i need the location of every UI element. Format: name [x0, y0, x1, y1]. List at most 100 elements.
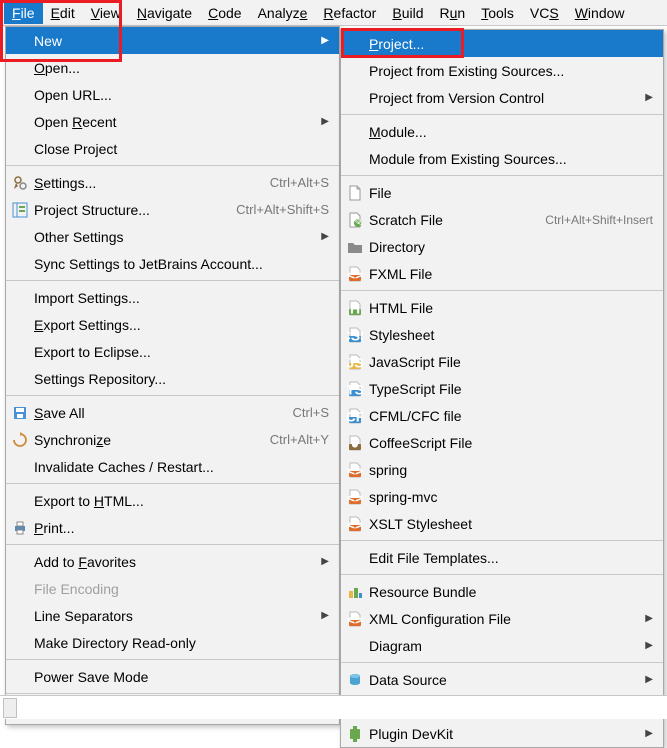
- new-menu-item-label: spring-mvc: [365, 489, 653, 505]
- new-menu-item-label: Plugin DevKit: [365, 726, 645, 742]
- new-menu-item-xml-configuration-file[interactable]: <>XML Configuration File▶: [341, 605, 663, 632]
- file-menu-item-new[interactable]: New▶: [6, 27, 339, 54]
- new-menu-item-directory[interactable]: Directory: [341, 233, 663, 260]
- new-menu-item-fxml-file[interactable]: <>FXML File: [341, 260, 663, 287]
- directory-icon: [345, 239, 365, 255]
- spring-icon: <>: [345, 489, 365, 505]
- menu-refactor[interactable]: Refactor: [315, 2, 384, 24]
- menu-file[interactable]: File: [4, 2, 43, 24]
- submenu-arrow-icon: ▶: [321, 556, 329, 567]
- plugin-icon: [345, 726, 365, 742]
- fxml-icon: <>: [345, 266, 365, 282]
- svg-text:H: H: [350, 300, 360, 316]
- new-menu-item-module-from-existing-sources[interactable]: Module from Existing Sources...: [341, 145, 663, 172]
- new-menu-item-label: Diagram: [365, 638, 645, 654]
- file-menu-item-invalidate-caches-restart[interactable]: Invalidate Caches / Restart...: [6, 453, 339, 480]
- menu-code[interactable]: Code: [200, 2, 249, 24]
- new-menu-item-coffeescript-file[interactable]: ●CoffeeScript File: [341, 429, 663, 456]
- new-menu-item-file[interactable]: File: [341, 179, 663, 206]
- file-menu-item-import-settings[interactable]: Import Settings...: [6, 284, 339, 311]
- file-menu-item-separator: [6, 483, 339, 484]
- new-menu-item-plugin-devkit[interactable]: Plugin DevKit▶: [341, 720, 663, 747]
- file-menu-item-separator: [6, 280, 339, 281]
- new-menu-item-spring[interactable]: <>spring: [341, 456, 663, 483]
- new-menu-item-label: Scratch File: [365, 212, 545, 228]
- menu-vcs[interactable]: VCS: [522, 2, 567, 24]
- new-menu-item-typescript-file[interactable]: TSTypeScript File: [341, 375, 663, 402]
- file-menu-item-settings[interactable]: Settings...Ctrl+Alt+S: [6, 169, 339, 196]
- file-icon: [345, 185, 365, 201]
- file-menu-item-label: Import Settings...: [30, 290, 329, 306]
- new-menu-item-label: CoffeeScript File: [365, 435, 653, 451]
- menu-run[interactable]: Run: [432, 2, 474, 24]
- svg-text:<>: <>: [347, 462, 363, 478]
- file-menu-item-open-url[interactable]: Open URL...: [6, 81, 339, 108]
- file-menu-item-close-project[interactable]: Close Project: [6, 135, 339, 162]
- print-icon: [10, 520, 30, 536]
- menu-analyze[interactable]: Analyze: [250, 2, 316, 24]
- file-menu-item-label: Open URL...: [30, 87, 329, 103]
- new-menu-item-diagram[interactable]: Diagram▶: [341, 632, 663, 659]
- new-menu-item-project-from-existing-sources[interactable]: Project from Existing Sources...: [341, 57, 663, 84]
- bottom-strip: [0, 695, 667, 719]
- html-icon: H: [345, 300, 365, 316]
- file-menu-item-open[interactable]: Open...: [6, 54, 339, 81]
- file-menu-item-project-structure[interactable]: Project Structure...Ctrl+Alt+Shift+S: [6, 196, 339, 223]
- new-menu-item-label: Data Source: [365, 672, 645, 688]
- file-menu-item-export-settings[interactable]: Export Settings...: [6, 311, 339, 338]
- file-menu-item-open-recent[interactable]: Open Recent▶: [6, 108, 339, 135]
- new-menu-item-project-from-version-control[interactable]: Project from Version Control▶: [341, 84, 663, 111]
- file-menu-item-synchronize[interactable]: SynchronizeCtrl+Alt+Y: [6, 426, 339, 453]
- submenu-arrow-icon: ▶: [645, 92, 653, 103]
- file-menu-item-export-to-eclipse[interactable]: Export to Eclipse...: [6, 338, 339, 365]
- file-menu-item-print[interactable]: Print...: [6, 514, 339, 541]
- new-menu-item-spring-mvc[interactable]: <>spring-mvc: [341, 483, 663, 510]
- file-menu-item-label: Print...: [30, 520, 329, 536]
- project-structure-icon: [10, 202, 30, 218]
- new-menu-item-label: spring: [365, 462, 653, 478]
- new-menu-item-stylesheet[interactable]: CSSStylesheet: [341, 321, 663, 348]
- menu-tools[interactable]: Tools: [473, 2, 522, 24]
- file-menu-item-label: Invalidate Caches / Restart...: [30, 459, 329, 475]
- new-menu-item-module[interactable]: Module...: [341, 118, 663, 145]
- file-menu-item-label: Sync Settings to JetBrains Account...: [30, 256, 329, 272]
- new-menu-item-separator: [341, 662, 663, 663]
- file-menu-item-export-to-html[interactable]: Export to HTML...: [6, 487, 339, 514]
- file-menu-item-label: Export Settings...: [30, 317, 329, 333]
- submenu-arrow-icon: ▶: [321, 610, 329, 621]
- file-menu-item-label: Power Save Mode: [30, 669, 329, 685]
- new-menu-item-javascript-file[interactable]: JSJavaScript File: [341, 348, 663, 375]
- menu-window[interactable]: Window: [567, 2, 633, 24]
- new-menu-item-cfml-cfc-file[interactable]: CFCFML/CFC file: [341, 402, 663, 429]
- file-menu-item-settings-repository[interactable]: Settings Repository...: [6, 365, 339, 392]
- submenu-arrow-icon: ▶: [321, 35, 329, 46]
- new-menu-item-scratch-file[interactable]: ✎Scratch FileCtrl+Alt+Shift+Insert: [341, 206, 663, 233]
- file-menu-item-label: Export to HTML...: [30, 493, 329, 509]
- new-menu-item-project[interactable]: Project...: [341, 30, 663, 57]
- file-menu-item-add-to-favorites[interactable]: Add to Favorites▶: [6, 548, 339, 575]
- file-menu-item-make-directory-read-only[interactable]: Make Directory Read-only: [6, 629, 339, 656]
- new-menu-item-xslt-stylesheet[interactable]: <>XSLT Stylesheet: [341, 510, 663, 537]
- file-menu-item-other-settings[interactable]: Other Settings▶: [6, 223, 339, 250]
- file-menu-item-label: Save All: [30, 405, 293, 421]
- menu-edit[interactable]: Edit: [43, 2, 83, 24]
- new-menu-item-edit-file-templates[interactable]: Edit File Templates...: [341, 544, 663, 571]
- menu-view[interactable]: View: [83, 2, 129, 24]
- scratch-icon: ✎: [345, 212, 365, 228]
- menu-navigate[interactable]: Navigate: [129, 2, 200, 24]
- file-menu-item-sync-settings-to-jetbrains-account[interactable]: Sync Settings to JetBrains Account...: [6, 250, 339, 277]
- new-menu-item-html-file[interactable]: HHTML File: [341, 294, 663, 321]
- bottom-tab[interactable]: [3, 698, 17, 718]
- file-menu-item-label: Export to Eclipse...: [30, 344, 329, 360]
- new-menu-item-data-source[interactable]: Data Source▶: [341, 666, 663, 693]
- shortcut-label: Ctrl+Alt+Y: [270, 432, 329, 447]
- new-menu-item-label: Module...: [365, 124, 653, 140]
- file-menu-item-power-save-mode[interactable]: Power Save Mode: [6, 663, 339, 690]
- file-menu-item-label: Add to Favorites: [30, 554, 321, 570]
- new-menu-item-label: File: [365, 185, 653, 201]
- file-menu-item-line-separators[interactable]: Line Separators▶: [6, 602, 339, 629]
- menu-build[interactable]: Build: [384, 2, 431, 24]
- new-menu-item-resource-bundle[interactable]: Resource Bundle: [341, 578, 663, 605]
- new-menu-item-label: Edit File Templates...: [365, 550, 653, 566]
- file-menu-item-save-all[interactable]: Save AllCtrl+S: [6, 399, 339, 426]
